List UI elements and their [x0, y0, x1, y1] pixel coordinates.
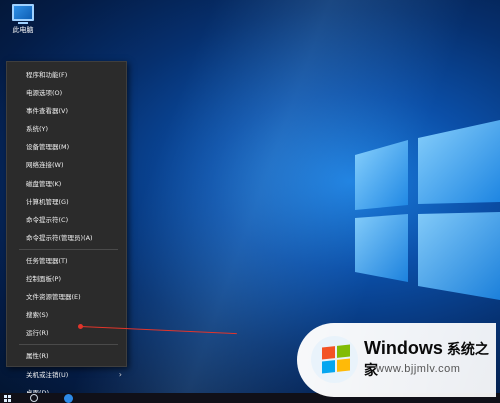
- start-button-icon[interactable]: [4, 395, 11, 402]
- menu-item-device-manager[interactable]: 设备管理器(M): [7, 138, 126, 156]
- menu-divider: [19, 248, 118, 250]
- menu-item-programs-features[interactable]: 程序和功能(F): [7, 66, 126, 84]
- menu-item-search[interactable]: 搜索(S): [7, 306, 126, 324]
- desktop-icon-label: 此电脑: [12, 26, 34, 34]
- menu-item-disk-management[interactable]: 磁盘管理(K): [7, 175, 126, 193]
- menu-item-computer-management[interactable]: 计算机管理(G): [7, 193, 126, 211]
- windows-wallpaper-logo: [355, 120, 500, 300]
- menu-item-task-manager[interactable]: 任务管理器(T): [7, 252, 126, 270]
- menu-item-control-panel[interactable]: 控制面板(P): [7, 270, 126, 288]
- menu-item-properties[interactable]: 属性(R): [7, 347, 126, 365]
- menu-item-power-options[interactable]: 电源选项(O): [7, 84, 126, 102]
- windows-flag-icon: [322, 344, 350, 374]
- menu-divider: [19, 344, 118, 346]
- menu-item-command-prompt[interactable]: 命令提示符(C): [7, 211, 126, 229]
- menu-item-file-explorer[interactable]: 文件资源管理器(E): [7, 288, 126, 306]
- search-icon[interactable]: [30, 394, 38, 402]
- edge-browser-icon[interactable]: [64, 394, 73, 403]
- this-pc-desktop-icon[interactable]: 此电脑: [6, 4, 40, 35]
- menu-item-shutdown-signout[interactable]: 关机或注销(U) ›: [7, 366, 126, 384]
- menu-item-label: 关机或注销(U): [26, 370, 69, 379]
- winx-context-menu: 程序和功能(F) 电源选项(O) 事件查看器(V) 系统(Y) 设备管理器(M)…: [6, 61, 127, 397]
- chevron-right-icon: ›: [118, 369, 122, 379]
- watermark-url: www.bjjmlv.com: [376, 363, 461, 375]
- menu-item-network-connections[interactable]: 网络连接(W): [7, 156, 126, 174]
- menu-item-event-viewer[interactable]: 事件查看器(V): [7, 102, 126, 120]
- menu-item-command-prompt-admin[interactable]: 命令提示符(管理员)(A): [7, 229, 126, 247]
- computer-icon: [12, 4, 34, 21]
- menu-item-system[interactable]: 系统(Y): [7, 120, 126, 138]
